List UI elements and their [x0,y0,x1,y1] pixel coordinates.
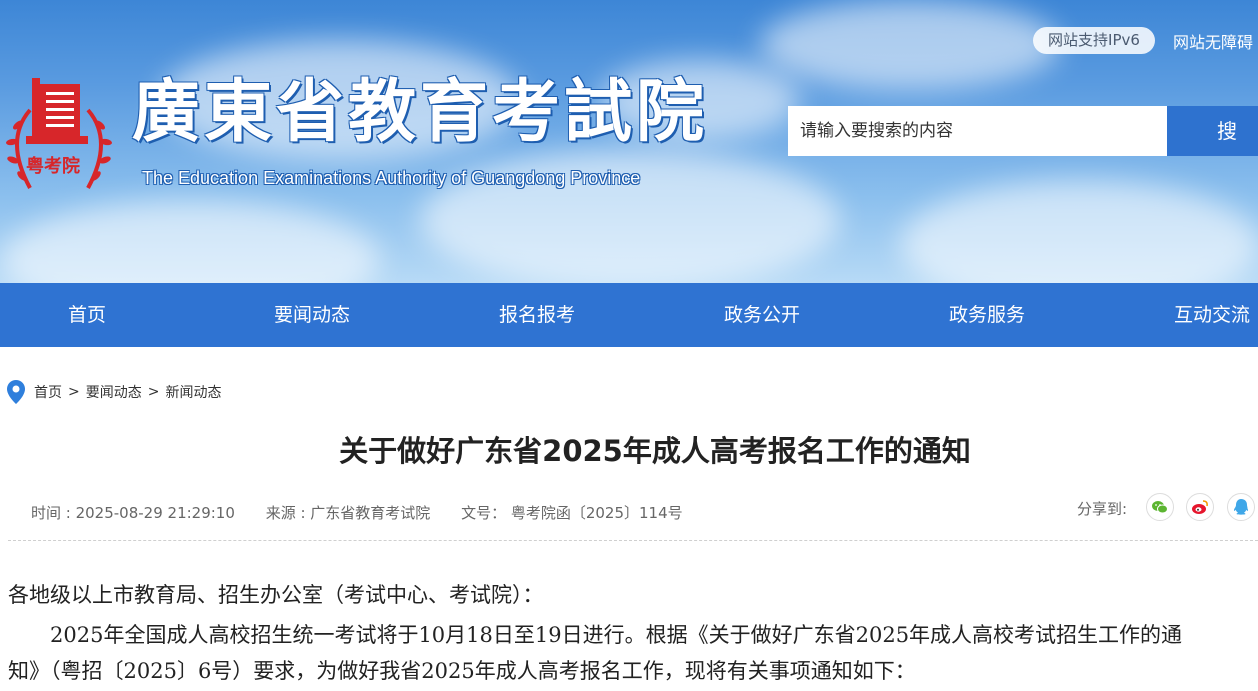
location-pin-icon [7,380,25,404]
article-meta: 时间 : 2025-08-29 21:29:10 来源 : 广东省教育考试院 文… [31,502,683,523]
article-time: 时间 : 2025-08-29 21:29:10 [31,504,235,522]
breadcrumb-separator: > [147,384,160,400]
site-title[interactable]: 廣東省教育考試院 [132,78,708,146]
breadcrumb-separator: > [68,384,80,400]
article-title: 关于做好广东省2025年成人高考报名工作的通知 [339,434,971,468]
header-banner: 粤考院 廣東省教育考試院 The Education Examinations … [0,0,1258,283]
article-divider [8,540,1258,541]
breadcrumb-current[interactable]: 新闻动态 [165,382,221,402]
weibo-icon[interactable] [1186,493,1214,521]
breadcrumb-home[interactable]: 首页 [34,382,62,402]
share-label: 分享到: [1077,500,1128,518]
nav-item-registration[interactable]: 报名报考 [462,283,612,347]
nav-item-interaction[interactable]: 互动交流 [1137,283,1258,347]
accessibility-link[interactable]: 网站无障碍 [1173,29,1253,53]
article-paragraph: 各地级以上市教育局、招生办公室（考试中心、考试院）： [8,583,544,607]
nav-item-gov-affairs[interactable]: 政务公开 [687,283,837,347]
article-paragraph: 2025年全国成人高校招生统一考试将于10月18日至19日进行。根据《关于做好广… [8,623,1183,647]
site-subtitle: The Education Examinations Authority of … [142,168,641,188]
breadcrumb-news[interactable]: 要闻动态 [86,382,142,402]
breadcrumb: 首页 > 要闻动态 > 新闻动态 [7,380,221,404]
article-paragraph: 知》（粤招〔2025〕6号）要求，为做好我省2025年成人高考报名工作，现将有关… [8,659,916,683]
nav-item-news[interactable]: 要闻动态 [237,283,387,347]
main-nav: 首页 要闻动态 报名报考 政务公开 政务服务 互动交流 [0,283,1258,347]
article-doc-number: 文号： 粤考院函〔2025〕114号 [461,504,683,522]
wechat-icon[interactable] [1146,493,1174,521]
logo-text: 粤考院 [26,156,80,177]
search-input[interactable] [788,106,1168,156]
qq-icon[interactable] [1227,493,1255,521]
logo-emblem[interactable]: 粤考院 [0,70,118,200]
article-source: 来源 : 广东省教育考试院 [265,504,431,522]
nav-item-home[interactable]: 首页 [12,283,162,347]
nav-item-gov-services[interactable]: 政务服务 [912,283,1062,347]
search-button[interactable]: 搜 [1167,106,1258,156]
ipv6-badge: 网站支持IPv6 [1033,27,1155,54]
